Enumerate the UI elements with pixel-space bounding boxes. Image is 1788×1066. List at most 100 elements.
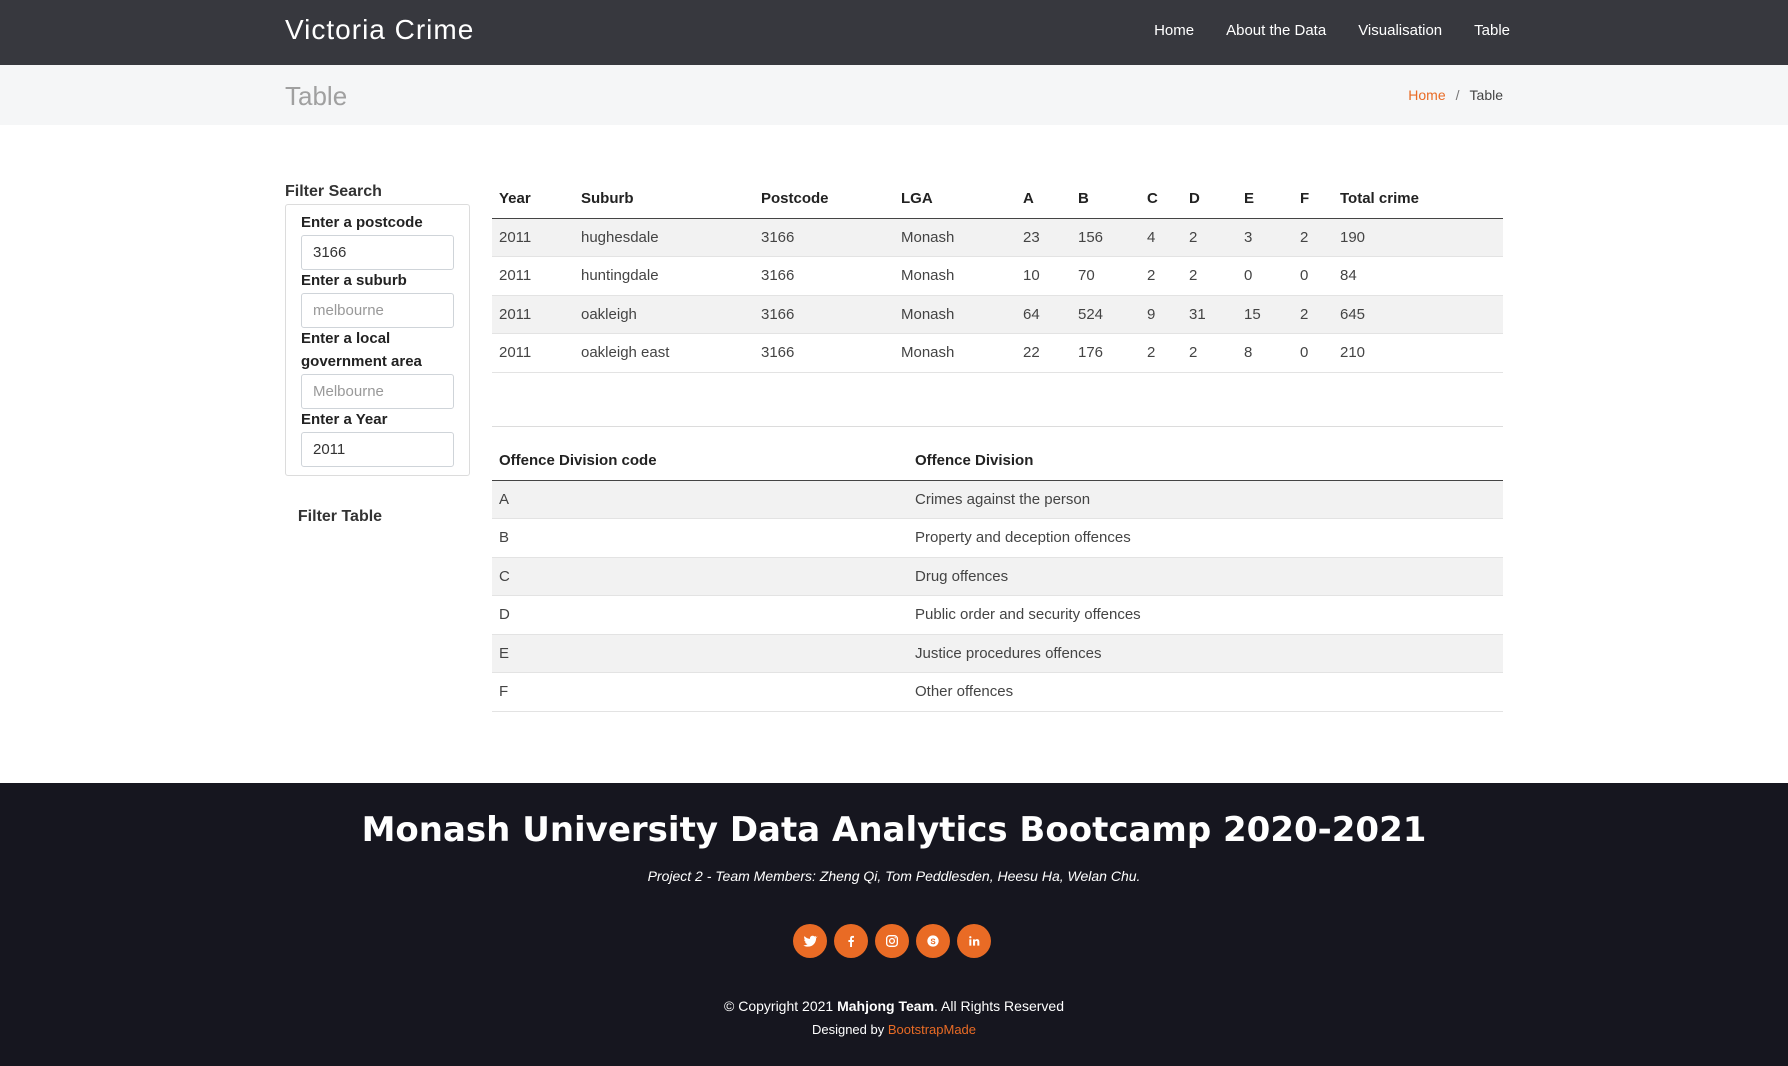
- cell-lga: Monash: [894, 256, 1016, 296]
- breadcrumb-home-link[interactable]: Home: [1408, 87, 1445, 103]
- col-header-offence-code: Offence Division code: [492, 442, 908, 481]
- facebook-icon[interactable]: [834, 924, 868, 958]
- main-nav: Home About the Data Visualisation Table: [1154, 22, 1510, 39]
- cell-a: 23: [1016, 218, 1071, 257]
- social-links: [793, 924, 991, 958]
- year-input[interactable]: [301, 432, 454, 467]
- nav-visualisation[interactable]: Visualisation: [1358, 22, 1442, 39]
- designed-by-label: Designed by: [811, 1022, 885, 1037]
- footer-copyright: © Copyright 2021 Mahjong Team. All Right…: [0, 998, 1788, 1014]
- cell-year: 2011: [492, 295, 574, 334]
- breadcrumb-section: Table Home / Table: [0, 65, 1788, 125]
- breadcrumb-current: Table: [1469, 87, 1503, 103]
- breadcrumb: Home / Table: [1408, 87, 1503, 103]
- cell-f: 0: [1293, 333, 1333, 373]
- col-header-e[interactable]: E: [1237, 180, 1293, 219]
- table-row: 2011 hughesdale 3166 Monash 23 156 4 2 3…: [492, 218, 1503, 257]
- cell-year: 2011: [492, 218, 574, 257]
- col-header-postcode[interactable]: Postcode: [754, 180, 894, 219]
- cell-suburb: oakleigh: [574, 295, 754, 334]
- cell-offence-code: D: [492, 595, 908, 635]
- nav-home[interactable]: Home: [1154, 22, 1194, 39]
- cell-offence-code: F: [492, 672, 908, 712]
- cell-f: 0: [1293, 256, 1333, 296]
- cell-e: 0: [1237, 256, 1293, 296]
- cell-e: 15: [1237, 295, 1293, 334]
- cell-total-crime: 210: [1333, 333, 1503, 373]
- cell-a: 64: [1016, 295, 1071, 334]
- cell-year: 2011: [492, 333, 574, 373]
- cell-total-crime: 84: [1333, 256, 1503, 296]
- cell-c: 9: [1140, 295, 1182, 334]
- skype-icon[interactable]: [916, 924, 950, 958]
- col-header-a[interactable]: A: [1016, 180, 1071, 219]
- col-header-total-crime[interactable]: Total crime: [1333, 180, 1503, 219]
- cell-a: 22: [1016, 333, 1071, 373]
- nav-table[interactable]: Table: [1474, 22, 1510, 39]
- cell-offence-code: B: [492, 518, 908, 558]
- cell-offence-code: A: [492, 480, 908, 519]
- postcode-input[interactable]: [301, 235, 454, 270]
- table-row: D Public order and security offences: [492, 595, 1503, 635]
- cell-lga: Monash: [894, 295, 1016, 334]
- cell-b: 156: [1071, 218, 1140, 257]
- filter-table-button[interactable]: Filter Table: [285, 500, 395, 534]
- col-header-year[interactable]: Year: [492, 180, 574, 219]
- col-header-suburb[interactable]: Suburb: [574, 180, 754, 219]
- offence-division-table: Offence Division code Offence Division A…: [492, 442, 1503, 712]
- crime-table: Year Suburb Postcode LGA A B C D E F Tot…: [492, 180, 1503, 373]
- breadcrumb-separator: /: [1455, 87, 1460, 103]
- top-navbar: Victoria Crime Home About the Data Visua…: [0, 0, 1788, 65]
- footer-title: Monash University Data Analytics Bootcam…: [361, 810, 1427, 850]
- cell-suburb: hughesdale: [574, 218, 754, 257]
- col-header-f[interactable]: F: [1293, 180, 1333, 219]
- suburb-input[interactable]: [301, 293, 454, 328]
- cell-b: 524: [1071, 295, 1140, 334]
- cell-offence-code: C: [492, 557, 908, 596]
- site-footer: Monash University Data Analytics Bootcam…: [0, 783, 1788, 1066]
- cell-d: 2: [1182, 218, 1237, 257]
- instagram-icon[interactable]: [875, 924, 909, 958]
- cell-d: 31: [1182, 295, 1237, 334]
- cell-e: 3: [1237, 218, 1293, 257]
- cell-postcode: 3166: [754, 218, 894, 257]
- postcode-label: Enter a postcode: [301, 214, 423, 231]
- col-header-d[interactable]: D: [1182, 180, 1237, 219]
- cell-f: 2: [1293, 295, 1333, 334]
- nav-about-the-data[interactable]: About the Data: [1226, 22, 1326, 39]
- copyright-team: Mahjong Team: [837, 998, 935, 1014]
- cell-total-crime: 190: [1333, 218, 1503, 257]
- designer-link[interactable]: BootstrapMade: [888, 1022, 976, 1037]
- cell-year: 2011: [492, 256, 574, 296]
- cell-c: 2: [1140, 333, 1182, 373]
- cell-total-crime: 645: [1333, 295, 1503, 334]
- table-row: C Drug offences: [492, 557, 1503, 596]
- cell-lga: Monash: [894, 218, 1016, 257]
- linkedin-icon[interactable]: [957, 924, 991, 958]
- col-header-lga[interactable]: LGA: [894, 180, 1016, 219]
- col-header-offence-division: Offence Division: [908, 442, 1503, 481]
- offence-table-header-row: Offence Division code Offence Division: [492, 442, 1503, 481]
- cell-a: 10: [1016, 256, 1071, 296]
- footer-credits: Designed by BootstrapMade: [0, 1022, 1788, 1037]
- lga-input[interactable]: [301, 374, 454, 409]
- cell-postcode: 3166: [754, 295, 894, 334]
- col-header-c[interactable]: C: [1140, 180, 1182, 219]
- cell-offence-code: E: [492, 634, 908, 673]
- cell-offence-division: Drug offences: [908, 557, 1503, 596]
- table-row: E Justice procedures offences: [492, 634, 1503, 673]
- table-row: 2011 oakleigh east 3166 Monash 22 176 2 …: [492, 333, 1503, 373]
- footer-subtitle: Project 2 - Team Members: Zheng Qi, Tom …: [647, 868, 1141, 884]
- cell-b: 70: [1071, 256, 1140, 296]
- cell-d: 2: [1182, 256, 1237, 296]
- filter-form: Enter a postcode Enter a suburb Enter a …: [285, 204, 470, 476]
- col-header-b[interactable]: B: [1071, 180, 1140, 219]
- cell-suburb: huntingdale: [574, 256, 754, 296]
- filter-search-heading: Filter Search: [285, 183, 382, 200]
- twitter-icon[interactable]: [793, 924, 827, 958]
- site-brand[interactable]: Victoria Crime: [285, 14, 474, 46]
- crime-table-header-row: Year Suburb Postcode LGA A B C D E F Tot…: [492, 180, 1503, 219]
- cell-c: 2: [1140, 256, 1182, 296]
- cell-lga: Monash: [894, 333, 1016, 373]
- suburb-label: Enter a suburb: [301, 272, 407, 289]
